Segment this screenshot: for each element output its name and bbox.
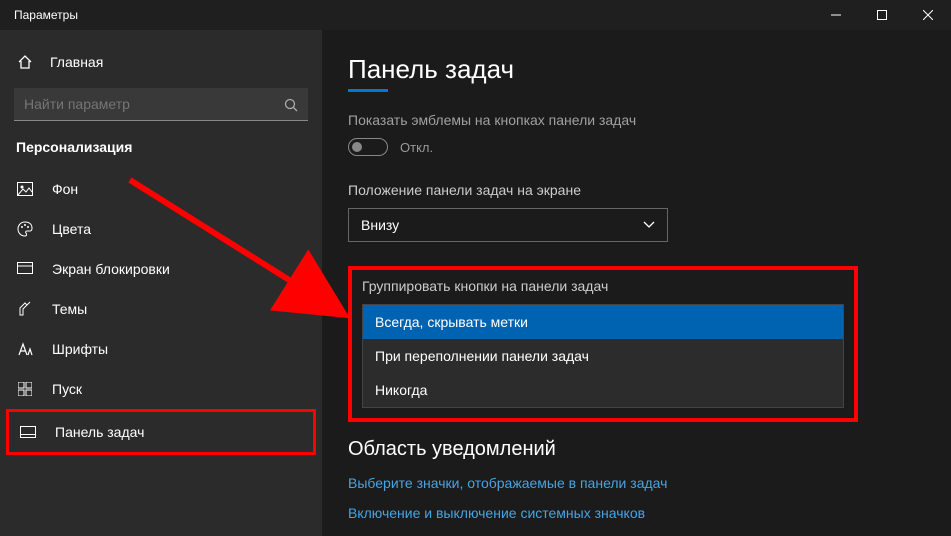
- group-dropdown-open[interactable]: Всегда, скрывать метки При переполнении …: [362, 304, 844, 408]
- chevron-down-icon: [643, 221, 655, 229]
- position-dropdown[interactable]: Внизу: [348, 208, 668, 242]
- window-title: Параметры: [14, 8, 78, 22]
- maximize-button[interactable]: [859, 0, 905, 30]
- lockscreen-icon: [16, 262, 34, 276]
- dropdown-value: Внизу: [361, 217, 399, 233]
- badges-toggle[interactable]: [348, 138, 388, 156]
- group-label: Группировать кнопки на панели задач: [362, 278, 844, 294]
- system-icons-link[interactable]: Включение и выключение системных значков: [348, 505, 951, 521]
- sidebar-item-label: Панель задач: [55, 424, 144, 440]
- toggle-knob: [352, 142, 362, 152]
- picture-icon: [16, 182, 34, 196]
- sidebar-item-lockscreen[interactable]: Экран блокировки: [0, 249, 322, 289]
- sidebar-item-fonts[interactable]: Шрифты: [0, 329, 322, 369]
- highlight-annotation: Группировать кнопки на панели задач Всег…: [348, 266, 858, 422]
- search-input[interactable]: [14, 88, 308, 121]
- sidebar-item-label: Шрифты: [52, 341, 108, 357]
- sidebar-item-themes[interactable]: Темы: [0, 289, 322, 329]
- sidebar-item-label: Экран блокировки: [52, 261, 170, 277]
- page-title: Панель задач: [348, 54, 951, 85]
- titlebar: Параметры: [0, 0, 951, 30]
- sidebar-item-start[interactable]: Пуск: [0, 369, 322, 409]
- select-icons-link[interactable]: Выберите значки, отображаемые в панели з…: [348, 475, 951, 491]
- home-label: Главная: [50, 54, 103, 70]
- badges-label: Показать эмблемы на кнопках панели задач: [348, 112, 951, 128]
- palette-icon: [16, 221, 34, 237]
- position-label: Положение панели задач на экране: [348, 182, 951, 198]
- close-button[interactable]: [905, 0, 951, 30]
- group-option-never[interactable]: Никогда: [363, 373, 843, 407]
- group-option-overflow[interactable]: При переполнении панели задач: [363, 339, 843, 373]
- sidebar-item-background[interactable]: Фон: [0, 169, 322, 209]
- start-icon: [16, 382, 34, 396]
- sidebar-item-colors[interactable]: Цвета: [0, 209, 322, 249]
- themes-icon: [16, 301, 34, 317]
- notification-area-heading: Область уведомлений: [348, 438, 951, 461]
- content-area: Панель задач Показать эмблемы на кнопках…: [322, 30, 951, 536]
- sidebar-item-label: Темы: [52, 301, 87, 317]
- search-icon: [284, 98, 298, 112]
- taskbar-icon: [19, 426, 37, 438]
- home-icon: [16, 54, 34, 70]
- fonts-icon: [16, 341, 34, 357]
- sidebar-item-label: Пуск: [52, 381, 82, 397]
- toggle-state: Откл.: [400, 140, 433, 155]
- home-link[interactable]: Главная: [0, 48, 322, 84]
- sidebar-item-label: Фон: [52, 181, 78, 197]
- sidebar-item-taskbar[interactable]: Панель задач: [6, 409, 316, 455]
- group-option-always[interactable]: Всегда, скрывать метки: [363, 305, 843, 339]
- minimize-button[interactable]: [813, 0, 859, 30]
- section-title: Персонализация: [0, 135, 322, 169]
- sidebar-item-label: Цвета: [52, 221, 91, 237]
- accent-bar: [348, 89, 388, 92]
- sidebar: Главная Персонализация Фон: [0, 30, 322, 536]
